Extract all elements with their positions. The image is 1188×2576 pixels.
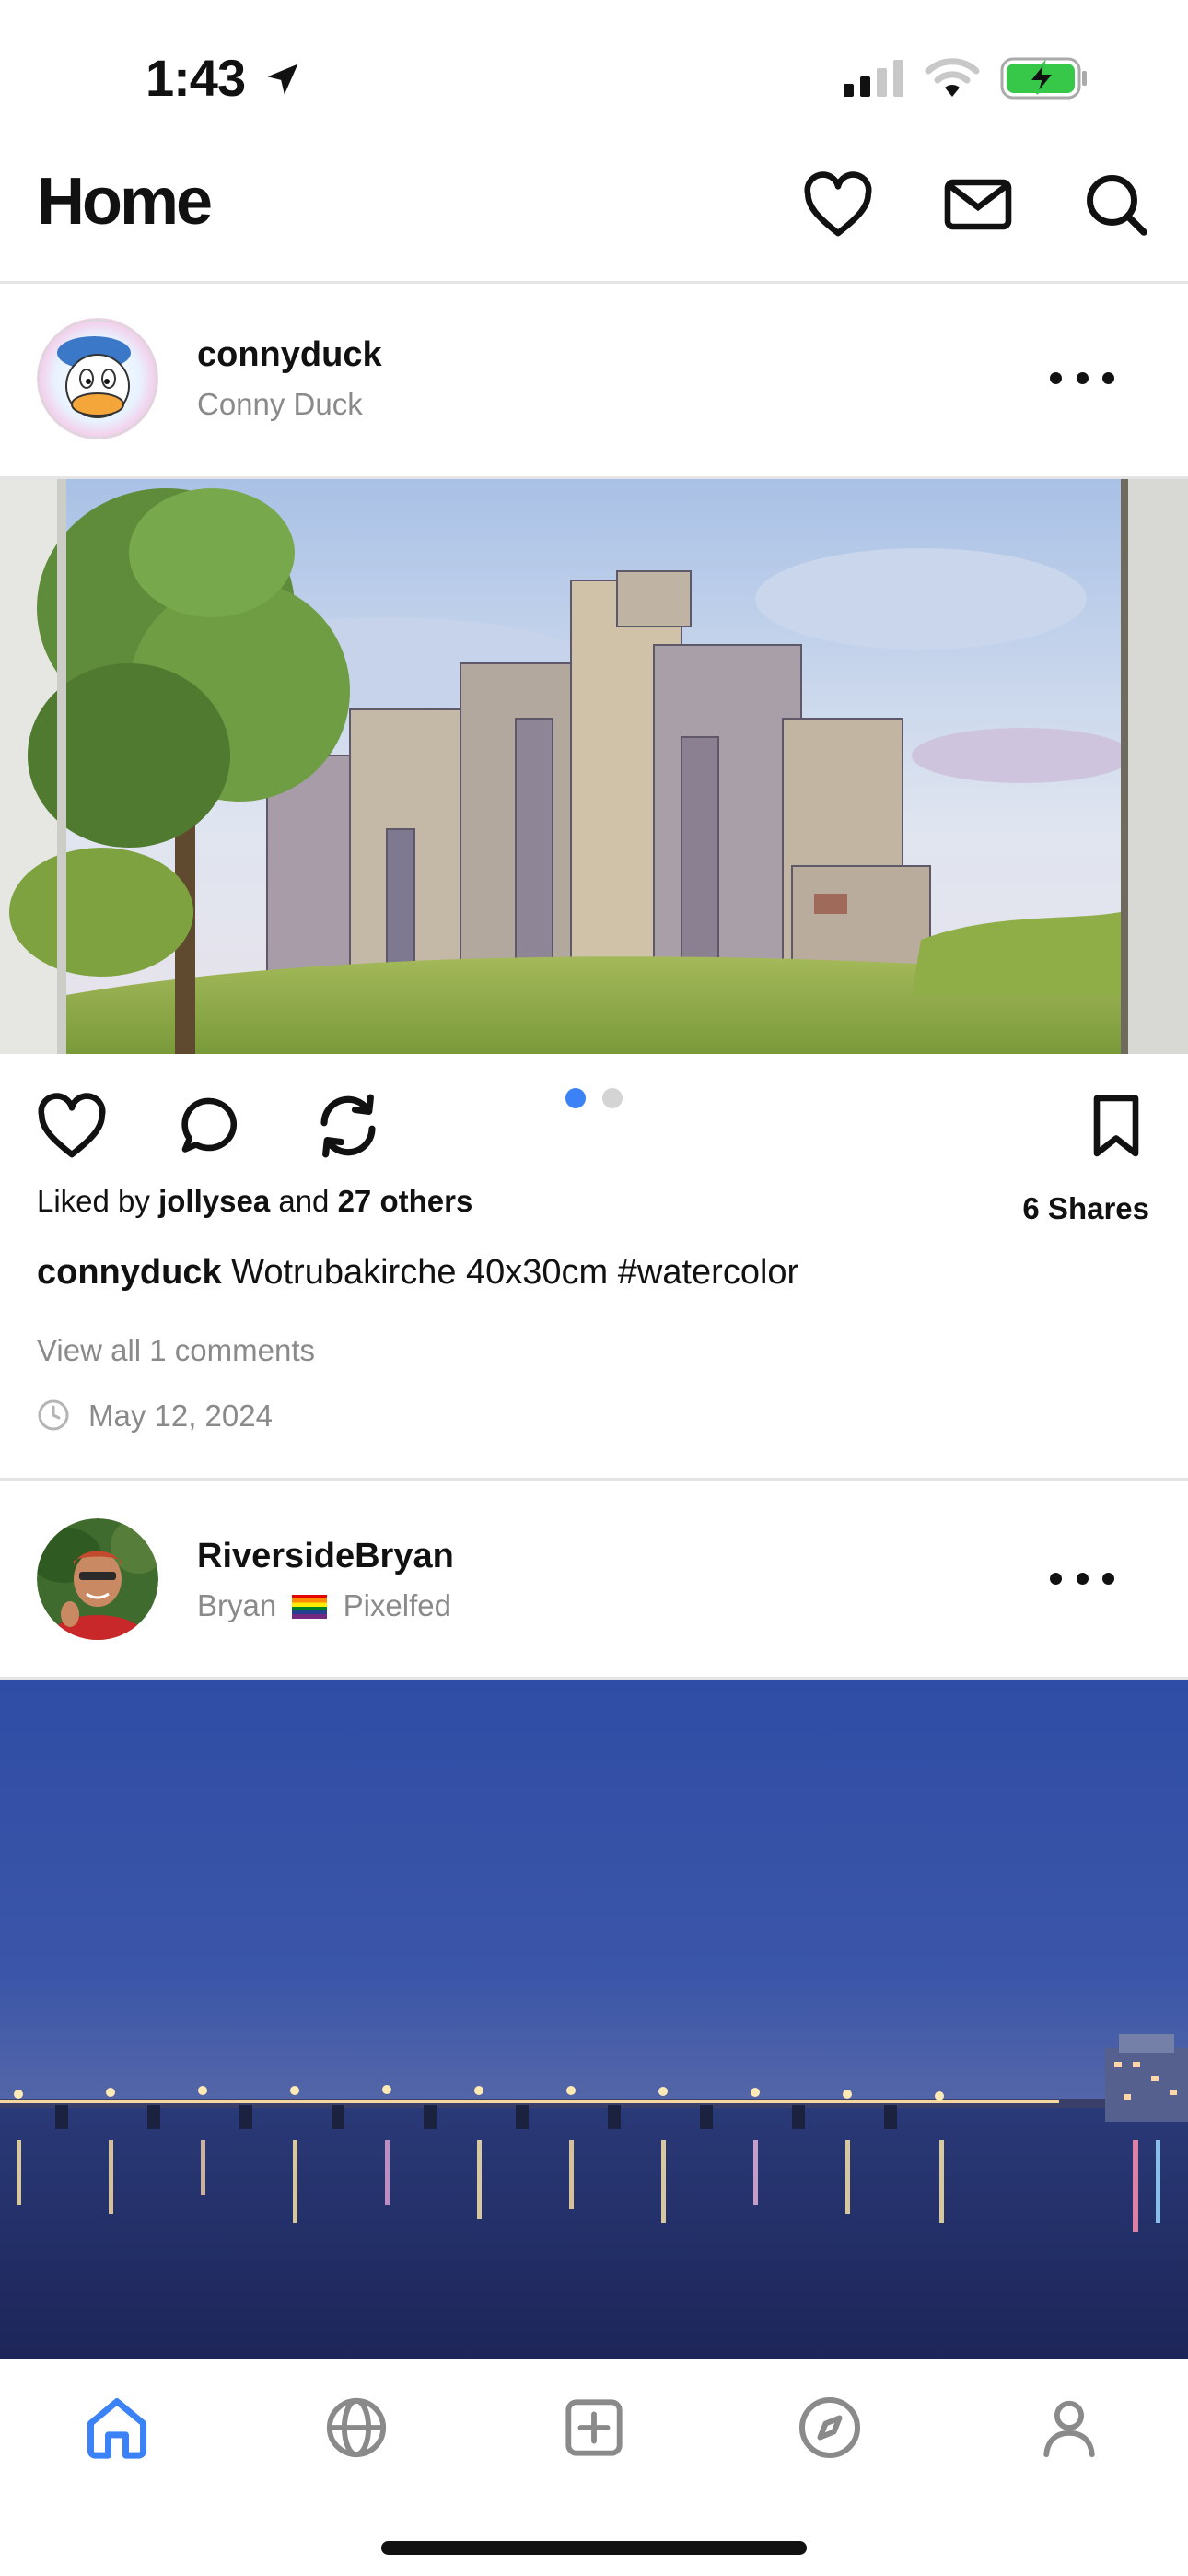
dot — [1050, 1572, 1062, 1585]
bookmark-button[interactable] — [1077, 1087, 1155, 1165]
tab-discover[interactable] — [788, 2386, 871, 2469]
post-caption: connyduck Wotrubakirche 40x30cm #waterco… — [37, 1253, 798, 1293]
wifi-icon — [925, 58, 980, 97]
avatar[interactable] — [37, 318, 158, 439]
night-bridge-photo — [0, 1680, 1188, 2361]
dot — [1102, 371, 1114, 384]
post-display-name: Conny Duck — [197, 387, 363, 421]
dot — [1050, 371, 1062, 384]
watercolor-church-image — [0, 479, 1188, 1054]
post-display-name: Bryan Pixelfed — [197, 1588, 451, 1622]
more-options-button[interactable] — [1050, 1560, 1114, 1597]
clock-icon — [37, 1399, 70, 1436]
post-date: May 12, 2024 — [88, 1399, 273, 1433]
dot — [1102, 1572, 1114, 1585]
tab-home[interactable] — [76, 2386, 158, 2469]
home-icon — [87, 2398, 146, 2459]
search-button[interactable] — [1077, 166, 1155, 243]
post-username[interactable]: RiversideBryan — [197, 1537, 454, 1576]
carousel-dot[interactable] — [602, 1088, 623, 1108]
heart-icon — [38, 1093, 106, 1158]
cellular-signal-icon — [844, 60, 903, 97]
post-divider — [0, 1478, 1188, 1481]
battery-charging-icon — [1000, 57, 1087, 100]
caption-text: Wotrubakirche 40x30cm #watercolor — [231, 1253, 799, 1292]
tab-profile[interactable] — [1028, 2386, 1111, 2469]
post-username[interactable]: connyduck — [197, 335, 382, 375]
repost-icon — [320, 1094, 376, 1158]
messages-button[interactable] — [939, 166, 1017, 243]
caption-username[interactable]: connyduck — [37, 1253, 222, 1292]
page-title: Home — [37, 165, 213, 239]
person-icon — [1043, 2400, 1095, 2458]
carousel-dot-active[interactable] — [565, 1088, 586, 1108]
tab-create-post[interactable] — [553, 2386, 635, 2469]
user-photo-avatar-image — [37, 1518, 158, 1640]
heart-icon — [804, 171, 872, 237]
status-time: 1:43 — [146, 48, 303, 108]
avatar[interactable] — [37, 1518, 158, 1640]
view-comments-link[interactable]: View all 1 comments — [37, 1333, 315, 1368]
notifications-button[interactable] — [799, 166, 877, 243]
home-indicator — [381, 2541, 807, 2555]
post-image[interactable] — [0, 1680, 1188, 2361]
liked-by-others-link[interactable]: 27 others — [338, 1184, 473, 1218]
search-icon — [1087, 175, 1147, 236]
header-divider — [0, 281, 1188, 284]
post-image[interactable] — [0, 479, 1188, 1054]
duck-avatar-image — [37, 318, 158, 439]
bookmark-icon — [1093, 1095, 1139, 1157]
rainbow-flag-icon — [292, 1595, 328, 1619]
globe-icon — [326, 2397, 387, 2458]
like-button[interactable] — [33, 1087, 111, 1165]
location-arrow-icon — [267, 64, 298, 95]
comment-icon — [181, 1097, 238, 1153]
shares-count[interactable]: 6 Shares — [1022, 1191, 1149, 1226]
repost-button[interactable] — [309, 1087, 387, 1165]
liked-by-text: Liked by jollysea and 27 others — [37, 1184, 473, 1218]
more-options-button[interactable] — [1050, 359, 1114, 396]
tab-explore-network[interactable] — [315, 2386, 398, 2469]
compass-icon — [799, 2397, 860, 2458]
plus-square-icon — [565, 2399, 623, 2456]
comment-button[interactable] — [171, 1087, 249, 1165]
dot — [1076, 371, 1089, 384]
dot — [1076, 1572, 1089, 1585]
liked-by-user-link[interactable]: jollysea — [158, 1184, 270, 1218]
mail-icon — [944, 179, 1012, 230]
status-icons — [844, 57, 1089, 100]
